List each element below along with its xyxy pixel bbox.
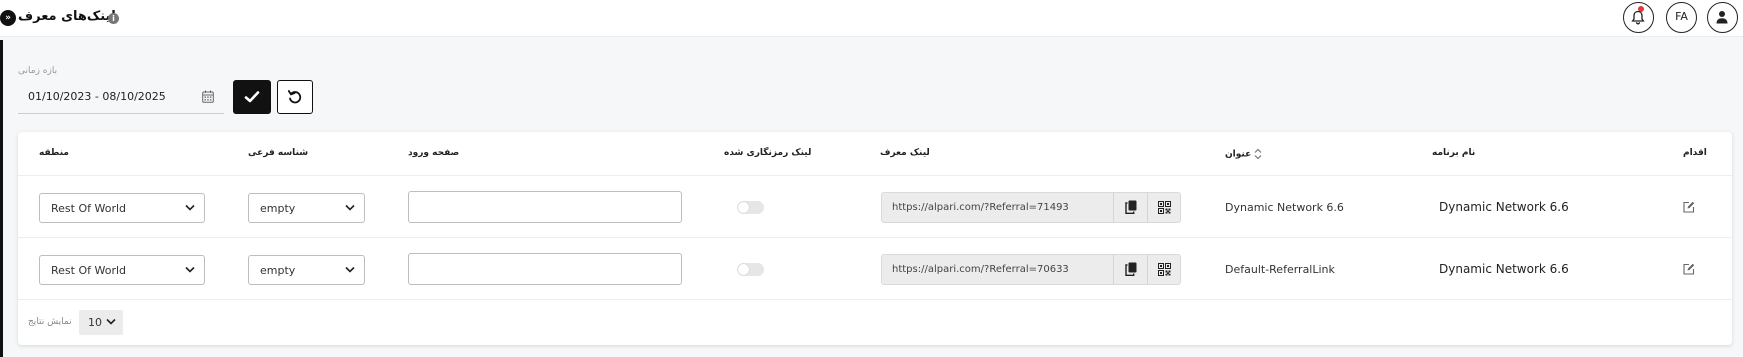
chevron-down-icon <box>106 318 116 325</box>
encrypted-link-toggle[interactable] <box>737 201 764 214</box>
table-row: Rest Of World empty https://alpari.com/?… <box>18 176 1732 238</box>
copy-link-button[interactable] <box>1113 255 1147 284</box>
column-header-region: منطقه <box>39 148 69 158</box>
chevron-down-icon <box>345 266 355 273</box>
user-icon <box>1716 11 1728 24</box>
referral-links-table: منطقه شناسه فرعی صفحه ورود لینک رمزنگاری… <box>18 132 1732 345</box>
user-menu-button[interactable] <box>1707 2 1738 33</box>
column-header-encrypted-link: لینک رمزنگاری شده <box>724 148 812 158</box>
qr-code-button[interactable] <box>1147 193 1181 222</box>
region-select[interactable]: Rest Of World <box>39 255 205 285</box>
column-header-landing-page: صفحه ورود <box>408 148 460 158</box>
top-header: » لینک‌های معرف i FA <box>0 0 1743 37</box>
rows-per-page-select[interactable]: 10 <box>79 310 123 335</box>
program-name-cell: Dynamic Network 6.6 <box>1439 262 1569 276</box>
column-header-title[interactable]: عنوان <box>1225 148 1266 160</box>
sub-id-select[interactable]: empty <box>248 193 365 223</box>
chevron-down-icon <box>185 266 195 273</box>
column-header-sub-id: شناسه فرعی <box>248 148 309 158</box>
table-row: Rest Of World empty https://alpari.com/?… <box>18 238 1732 300</box>
rows-per-page-value: 10 <box>88 316 102 329</box>
qr-code-button[interactable] <box>1147 255 1181 284</box>
undo-icon <box>287 90 302 104</box>
referral-link-value: https://alpari.com/?Referral=70633 <box>892 264 1069 275</box>
region-select[interactable]: Rest Of World <box>39 193 205 223</box>
table-header: منطقه شناسه فرعی صفحه ورود لینک رمزنگاری… <box>18 132 1732 176</box>
edit-icon[interactable] <box>1683 201 1695 213</box>
qr-code-icon <box>1158 201 1171 214</box>
apply-filter-button[interactable] <box>233 80 271 114</box>
qr-code-icon <box>1158 263 1171 276</box>
region-select-value: Rest Of World <box>51 202 127 215</box>
title-cell: Default-ReferralLink <box>1225 263 1335 276</box>
edit-icon[interactable] <box>1683 263 1695 275</box>
sub-id-select-value: empty <box>260 264 296 277</box>
rows-per-page-label: نمایش نتایج <box>28 317 72 327</box>
referral-link-field: https://alpari.com/?Referral=70633 <box>881 254 1181 285</box>
landing-page-input[interactable] <box>408 253 682 285</box>
toggle-knob <box>738 202 749 213</box>
column-header-program-name: نام برنامه <box>1432 148 1476 158</box>
referral-link-value: https://alpari.com/?Referral=71493 <box>892 202 1069 213</box>
copy-icon <box>1125 200 1137 214</box>
date-range-value: 01/10/2023 - 08/10/2025 <box>28 90 166 103</box>
sub-id-select-value: empty <box>260 202 296 215</box>
date-range-input[interactable]: 01/10/2023 - 08/10/2025 <box>18 82 224 114</box>
info-icon[interactable]: i <box>108 13 119 24</box>
reset-filter-button[interactable] <box>277 80 313 114</box>
column-header-action: اقدام <box>1683 148 1707 158</box>
bell-icon <box>1631 10 1645 25</box>
check-icon <box>244 91 260 103</box>
region-select-value: Rest Of World <box>51 264 127 277</box>
language-button[interactable]: FA <box>1666 2 1697 33</box>
sub-id-select[interactable]: empty <box>248 255 365 285</box>
copy-link-button[interactable] <box>1113 193 1147 222</box>
copy-icon <box>1125 262 1137 276</box>
chevron-down-icon <box>345 204 355 211</box>
date-range-label: بازه زمانی <box>18 66 58 76</box>
page-title: لینک‌های معرف <box>18 9 116 24</box>
notifications-button[interactable] <box>1623 2 1654 33</box>
collapse-sidebar-icon[interactable]: » <box>0 10 16 26</box>
title-cell: Dynamic Network 6.6 <box>1225 201 1344 214</box>
program-name-cell: Dynamic Network 6.6 <box>1439 200 1569 214</box>
calendar-icon[interactable] <box>202 90 214 103</box>
sort-icon <box>1254 148 1262 160</box>
chevron-down-icon <box>185 204 195 211</box>
toggle-knob <box>738 264 749 275</box>
left-accent-line <box>0 40 3 357</box>
referral-link-field: https://alpari.com/?Referral=71493 <box>881 192 1181 223</box>
column-header-title-label: عنوان <box>1225 149 1252 160</box>
column-header-referral-link: لینک معرف <box>880 148 930 158</box>
landing-page-input[interactable] <box>408 191 682 223</box>
encrypted-link-toggle[interactable] <box>737 263 764 276</box>
